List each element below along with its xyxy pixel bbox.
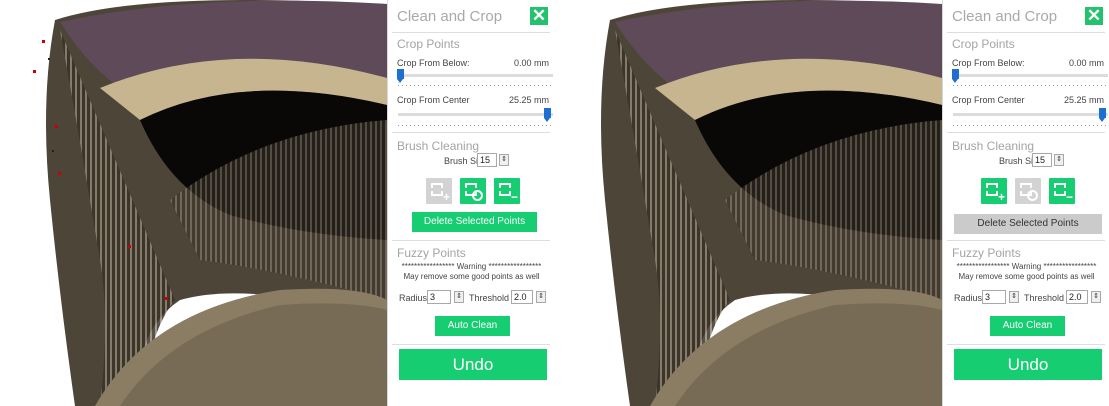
panel-title: Clean and Crop <box>397 8 503 25</box>
undo-button[interactable]: Undo <box>399 349 547 380</box>
divider <box>392 344 550 345</box>
brush-size-input[interactable]: 15 <box>1032 153 1052 167</box>
point-cloud-render <box>555 0 942 406</box>
auto-clean-button[interactable]: Auto Clean <box>990 316 1065 336</box>
point-cloud-viewport[interactable] <box>555 0 942 406</box>
crop-below-label: Crop From Below: <box>952 58 1025 68</box>
section-fuzzy-points: Fuzzy Points <box>397 246 466 260</box>
warning-text: ***************** Warning **************… <box>401 262 542 271</box>
add-selection-tool[interactable]: + <box>981 178 1007 204</box>
crop-center-label: Crop From Center <box>952 95 1025 105</box>
radius-stepper[interactable]: ⇕ <box>454 291 464 303</box>
divider <box>392 132 550 133</box>
circle-icon <box>1027 190 1038 201</box>
remove-selection-tool[interactable]: − <box>494 178 520 204</box>
crop-below-slider-thumb[interactable] <box>397 69 404 83</box>
crop-center-value: 25.25 mm <box>508 95 549 105</box>
crop-center-slider-thumb[interactable] <box>1099 108 1106 122</box>
clean-crop-panel: Clean and Crop ✕ Crop Points Crop From B… <box>387 0 554 406</box>
radius-label: Radius <box>954 293 983 303</box>
delete-selected-points-button[interactable]: Delete Selected Points <box>412 212 537 232</box>
panel-title: Clean and Crop <box>952 8 1058 25</box>
add-selection-tool[interactable]: + <box>426 178 452 204</box>
clean-crop-view-1: Clean and Crop ✕ Crop Points Crop From B… <box>0 0 554 406</box>
section-crop-points: Crop Points <box>397 37 460 51</box>
crop-below-value: 0.00 mm <box>1068 58 1104 68</box>
divider <box>947 32 1105 33</box>
remove-selection-tool[interactable]: − <box>1049 178 1075 204</box>
divider <box>947 240 1105 241</box>
warning-note: May remove some good points as well <box>958 272 1095 281</box>
warning-text: ***************** Warning **************… <box>956 262 1097 271</box>
crop-center-slider[interactable] <box>398 113 553 116</box>
slider-ticks <box>398 85 553 86</box>
close-button[interactable]: ✕ <box>1085 7 1103 25</box>
slider-ticks <box>953 125 1108 126</box>
crop-below-slider-thumb[interactable] <box>952 69 959 83</box>
crop-below-slider[interactable] <box>953 74 1108 77</box>
crop-center-slider-thumb[interactable] <box>544 108 551 122</box>
section-brush-cleaning: Brush Cleaning <box>952 139 1035 153</box>
clean-crop-view-2: Clean and Crop ✕ Crop Points Crop From B… <box>555 0 1109 406</box>
undo-button[interactable]: Undo <box>954 349 1102 380</box>
selection-box-icon <box>431 183 443 196</box>
radius-stepper[interactable]: ⇕ <box>1009 291 1019 303</box>
threshold-label: Threshold <box>469 293 510 303</box>
delete-selected-points-button[interactable]: Delete Selected Points <box>954 214 1102 234</box>
selection-box-icon <box>986 183 998 196</box>
section-brush-cleaning: Brush Cleaning <box>397 139 480 153</box>
threshold-input[interactable]: 2.0 <box>1066 290 1088 304</box>
divider <box>947 344 1105 345</box>
crop-below-label: Crop From Below: <box>397 58 470 68</box>
divider <box>947 132 1105 133</box>
threshold-stepper[interactable]: ⇕ <box>536 291 546 303</box>
selection-box-icon <box>499 183 511 196</box>
section-fuzzy-points: Fuzzy Points <box>952 246 1021 260</box>
threshold-stepper[interactable]: ⇕ <box>1091 291 1101 303</box>
crop-center-value: 25.25 mm <box>1063 95 1104 105</box>
threshold-label: Threshold <box>1024 293 1065 303</box>
point-cloud-viewport[interactable] <box>0 0 387 406</box>
radius-input[interactable]: 3 <box>427 290 451 304</box>
slider-ticks <box>953 85 1108 86</box>
clean-crop-panel: Clean and Crop ✕ Crop Points Crop From B… <box>942 0 1109 406</box>
brush-size-input[interactable]: 15 <box>477 153 497 167</box>
brush-select-tool[interactable] <box>460 178 486 204</box>
point-cloud-render <box>0 0 387 406</box>
crop-below-slider[interactable] <box>398 74 553 77</box>
minus-icon: − <box>1065 190 1073 204</box>
minus-icon: − <box>510 190 518 204</box>
crop-center-slider[interactable] <box>953 113 1108 116</box>
brush-select-tool[interactable] <box>1015 178 1041 204</box>
slider-ticks <box>398 125 553 126</box>
warning-note: May remove some good points as well <box>403 272 540 281</box>
divider <box>392 32 550 33</box>
brush-size-stepper[interactable]: ⇕ <box>1054 154 1064 166</box>
plus-icon: + <box>442 190 450 204</box>
crop-below-value: 0.00 mm <box>513 58 549 68</box>
divider <box>392 240 550 241</box>
brush-size-stepper[interactable]: ⇕ <box>499 154 509 166</box>
radius-label: Radius <box>399 293 428 303</box>
close-button[interactable]: ✕ <box>530 7 548 25</box>
radius-input[interactable]: 3 <box>982 290 1006 304</box>
threshold-input[interactable]: 2.0 <box>511 290 533 304</box>
crop-center-label: Crop From Center <box>397 95 470 105</box>
section-crop-points: Crop Points <box>952 37 1015 51</box>
circle-icon <box>472 190 483 201</box>
auto-clean-button[interactable]: Auto Clean <box>435 316 510 336</box>
selection-box-icon <box>1054 183 1066 196</box>
plus-icon: + <box>997 190 1005 204</box>
